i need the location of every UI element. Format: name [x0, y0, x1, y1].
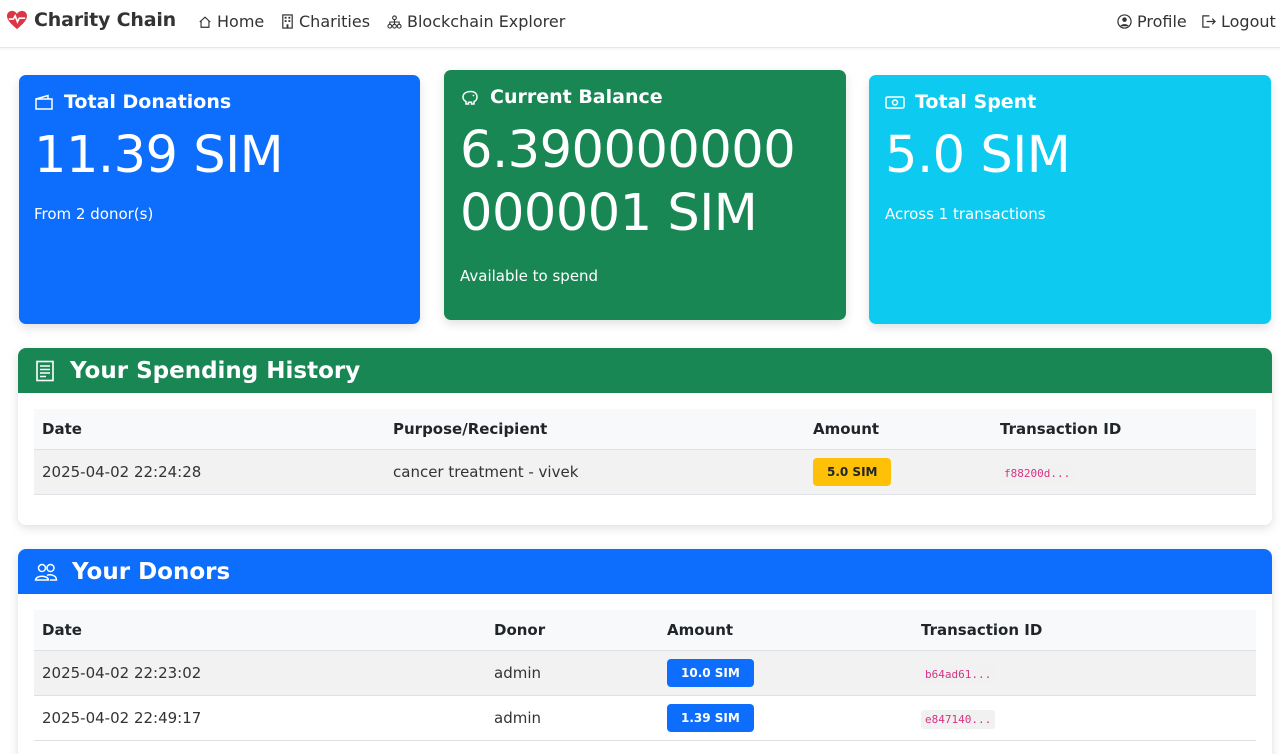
- cell-transaction-id: b64ad61...: [913, 650, 1256, 696]
- nav-blockchain-explorer-label: Blockchain Explorer: [407, 12, 566, 31]
- donors-title: Your Donors: [72, 558, 231, 585]
- total-spent-label: Total Spent: [915, 91, 1037, 113]
- table-header-row: Date Donor Amount Transaction ID: [34, 610, 1256, 651]
- total-donations-label: Total Donations: [64, 91, 232, 113]
- wallet-icon: [35, 94, 53, 110]
- total-spent-value: 5.0 SIM: [885, 126, 1071, 185]
- logout-icon: [1202, 15, 1216, 28]
- cell-purpose: cancer treatment - vivek: [385, 449, 805, 495]
- building-icon: [282, 14, 293, 29]
- cell-transaction-id: f88200d...: [992, 449, 1256, 495]
- cell-donor: admin: [486, 650, 659, 696]
- brand[interactable]: Charity Chain: [6, 9, 176, 31]
- amount-badge: 10.0 SIM: [667, 658, 754, 687]
- brand-name: Charity Chain: [34, 9, 176, 31]
- col-date: Date: [34, 409, 385, 450]
- spending-history-table: Date Purpose/Recipient Amount Transactio…: [34, 409, 1256, 495]
- donors-panel: Your Donors Date Donor Amount Transactio…: [18, 549, 1272, 754]
- cell-amount: 10.0 SIM: [659, 650, 913, 696]
- cell-date: 2025-04-02 22:23:02: [34, 650, 486, 696]
- total-donations-sub: From 2 donor(s): [34, 205, 154, 223]
- total-donations-card: Total Donations 11.39 SIM From 2 donor(s…: [19, 75, 420, 324]
- cell-transaction-id: e847140...: [913, 695, 1256, 741]
- table-row: 2025-04-02 22:23:02 admin 10.0 SIM b64ad…: [34, 650, 1256, 696]
- receipt-icon: [36, 360, 54, 381]
- nav-logout[interactable]: Logout: [1201, 12, 1276, 31]
- donors-table: Date Donor Amount Transaction ID 2025-04…: [34, 610, 1256, 741]
- transaction-id: e847140...: [921, 709, 996, 729]
- cell-amount: 5.0 SIM: [805, 449, 992, 495]
- table-row: 2025-04-02 22:49:17 admin 1.39 SIM e8471…: [34, 695, 1256, 741]
- total-donations-value: 11.39 SIM: [34, 126, 284, 185]
- spending-history-panel: Your Spending History Date Purpose/Recip…: [18, 348, 1272, 525]
- amount-badge: 5.0 SIM: [813, 457, 892, 486]
- col-transaction-id: Transaction ID: [992, 409, 1256, 450]
- people-icon: [34, 563, 58, 581]
- heart-pulse-icon: [7, 10, 27, 30]
- diagram-icon: [387, 14, 402, 29]
- current-balance-value-line1: 6.390000000: [460, 121, 796, 180]
- total-spent-sub: Across 1 transactions: [885, 205, 1046, 223]
- spending-history-header: Your Spending History: [18, 348, 1272, 393]
- nav-profile[interactable]: Profile: [1117, 12, 1187, 31]
- total-spent-card: Total Spent 5.0 SIM Across 1 transaction…: [869, 75, 1271, 324]
- home-icon: [199, 15, 211, 28]
- person-circle-icon: [1117, 14, 1132, 29]
- nav-blockchain-explorer[interactable]: Blockchain Explorer: [387, 12, 565, 31]
- table-header-row: Date Purpose/Recipient Amount Transactio…: [34, 409, 1256, 450]
- col-transaction-id: Transaction ID: [913, 610, 1256, 651]
- table-row: 2025-04-02 22:24:28 cancer treatment - v…: [34, 449, 1256, 495]
- col-date: Date: [34, 610, 486, 651]
- cell-date: 2025-04-02 22:24:28: [34, 449, 385, 495]
- spending-history-title: Your Spending History: [70, 357, 361, 384]
- nav-charities[interactable]: Charities: [281, 12, 370, 31]
- current-balance-value-line2: 000001 SIM: [460, 184, 758, 243]
- col-amount: Amount: [805, 409, 992, 450]
- current-balance-card: Current Balance 6.390000000 000001 SIM A…: [444, 70, 846, 320]
- cash-icon: [885, 95, 905, 109]
- cell-amount: 1.39 SIM: [659, 695, 913, 741]
- transaction-id: b64ad61...: [921, 664, 996, 684]
- transaction-id: f88200d...: [1000, 463, 1075, 483]
- col-amount: Amount: [659, 610, 913, 651]
- col-donor: Donor: [486, 610, 659, 651]
- col-purpose: Purpose/Recipient: [385, 409, 805, 450]
- nav-profile-label: Profile: [1137, 12, 1187, 31]
- nav-home[interactable]: Home: [198, 12, 264, 31]
- current-balance-title: Current Balance: [460, 86, 663, 108]
- nav-charities-label: Charities: [299, 12, 371, 31]
- piggy-bank-icon: [462, 90, 478, 105]
- amount-badge: 1.39 SIM: [667, 703, 754, 732]
- current-balance-sub: Available to spend: [460, 267, 599, 285]
- cell-donor: admin: [486, 695, 659, 741]
- navbar: Charity Chain Home Charities Blockchain …: [0, 0, 1280, 48]
- cell-date: 2025-04-02 22:49:17: [34, 695, 486, 741]
- total-donations-title: Total Donations: [34, 91, 231, 113]
- total-spent-title: Total Spent: [885, 91, 1036, 113]
- nav-logout-label: Logout: [1221, 12, 1276, 31]
- nav-home-label: Home: [217, 12, 265, 31]
- donors-header: Your Donors: [18, 549, 1272, 594]
- current-balance-label: Current Balance: [490, 86, 663, 108]
